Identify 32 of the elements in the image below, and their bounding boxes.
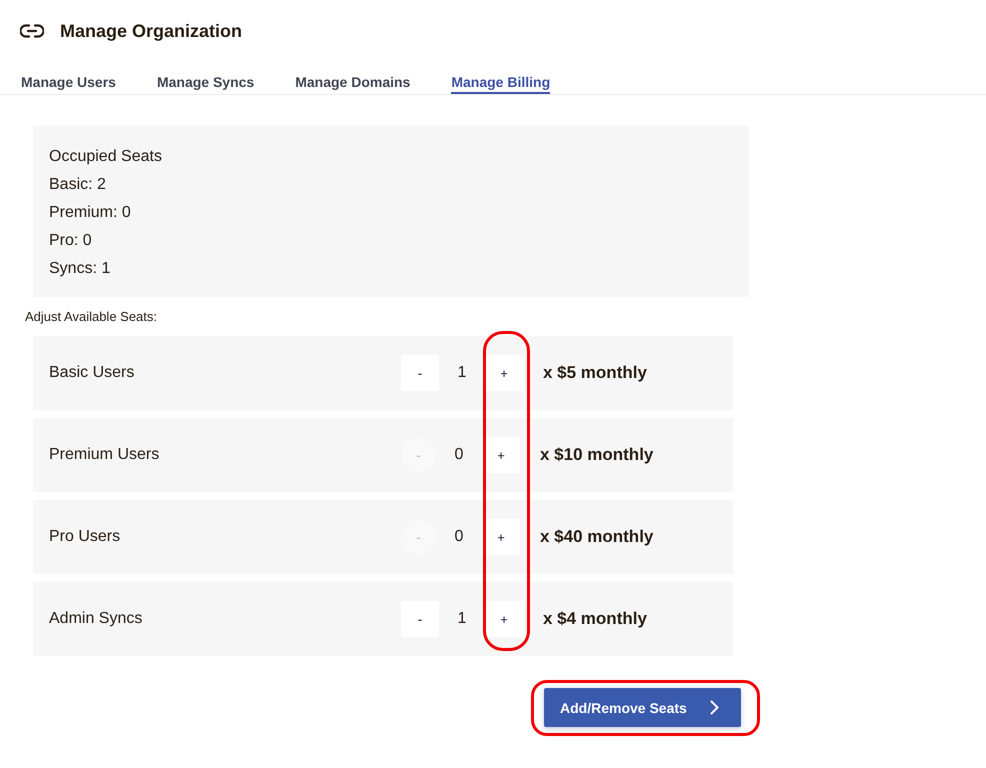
- chevron-right-icon: [710, 700, 719, 715]
- panel-title: Occupied Seats: [49, 147, 163, 167]
- price-text: x $10 monthly: [540, 445, 654, 465]
- add-remove-seats-button[interactable]: Add/Remove Seats: [544, 688, 741, 727]
- page-title: Manage Organization: [60, 20, 242, 43]
- price-text: x $5 monthly: [543, 363, 647, 383]
- decrement-button[interactable]: -: [401, 601, 439, 637]
- seat-quantity: 0: [454, 528, 464, 546]
- tab[interactable]: Manage Syncs: [156, 74, 254, 94]
- section-label: Adjust Available Seats:: [25, 309, 158, 325]
- tab[interactable]: Manage Domains: [295, 74, 410, 94]
- price-text: x $40 monthly: [540, 527, 654, 547]
- seat-type-label: Premium Users: [49, 446, 160, 464]
- increment-button[interactable]: +: [485, 355, 523, 391]
- seat-quantity: 1: [456, 610, 468, 628]
- increment-button[interactable]: +: [482, 437, 520, 473]
- seat-type-label: Basic Users: [49, 364, 136, 382]
- tab[interactable]: Manage Users: [21, 74, 116, 94]
- tab[interactable]: Manage Billing: [451, 74, 550, 94]
- link-icon: [20, 24, 44, 38]
- seat-quantity: 0: [454, 446, 464, 464]
- seat-quantity: 1: [456, 364, 468, 382]
- seat-type-label: Admin Syncs: [49, 610, 144, 628]
- seat-count-text: Premium: 0: [49, 203, 132, 223]
- seat-type-label: Pro Users: [49, 528, 122, 546]
- seat-count-text: Basic: 2: [49, 175, 107, 195]
- seat-count-text: Syncs: 1: [49, 259, 112, 279]
- decrement-button[interactable]: -: [401, 355, 439, 391]
- increment-button[interactable]: +: [482, 519, 520, 555]
- seat-count-text: Pro: 0: [49, 231, 93, 251]
- price-text: x $4 monthly: [543, 609, 647, 629]
- increment-button[interactable]: +: [485, 601, 523, 637]
